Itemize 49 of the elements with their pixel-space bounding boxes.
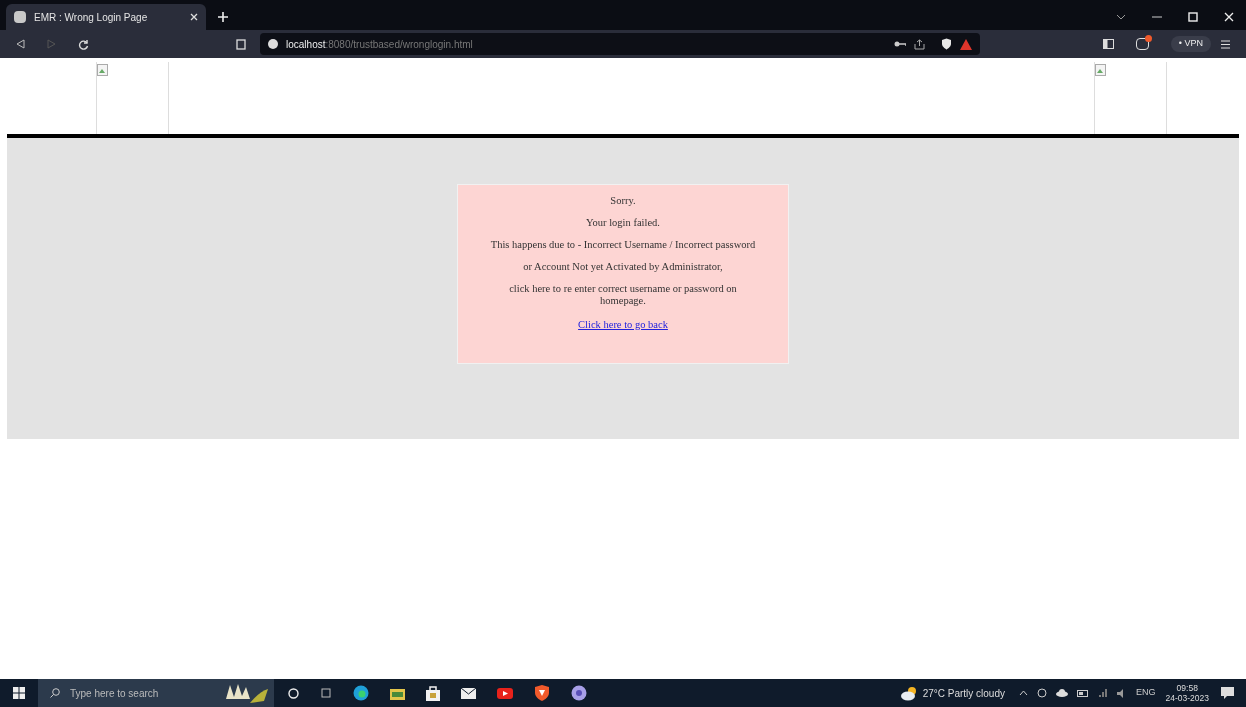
notifications-icon[interactable] <box>1221 687 1234 699</box>
chevron-up-icon[interactable] <box>1019 690 1028 696</box>
close-icon[interactable] <box>190 13 198 21</box>
cortana-icon[interactable] <box>288 687 299 699</box>
shield-icon[interactable] <box>941 38 952 50</box>
sidebar-icon[interactable] <box>1102 39 1114 49</box>
file-explorer-icon[interactable] <box>390 686 405 700</box>
new-tab-icon[interactable] <box>218 12 228 22</box>
browser-tab[interactable]: EMR : Wrong Login Page <box>6 4 206 30</box>
chevron-down-icon[interactable] <box>1116 14 1126 20</box>
store-icon[interactable] <box>426 685 440 701</box>
bookmark-icon[interactable] <box>236 38 246 50</box>
search-icon <box>50 688 60 698</box>
taskbar-search-field[interactable]: Type here to search <box>38 679 274 707</box>
weather-icon <box>900 685 919 701</box>
url-text: localhost:8080/trustbased/wronglogin.html <box>286 37 473 52</box>
page-icon <box>14 11 26 23</box>
tab-title: EMR : Wrong Login Page <box>34 10 149 25</box>
message-text: Your login failed. <box>586 217 660 229</box>
close-icon[interactable] <box>1224 12 1234 22</box>
share-icon[interactable] <box>914 38 925 50</box>
key-icon[interactable] <box>894 40 906 48</box>
windows-start-icon[interactable] <box>13 687 25 699</box>
triangle-icon[interactable] <box>960 38 972 50</box>
battery-icon[interactable] <box>1077 689 1089 697</box>
lion-shield-icon[interactable] <box>534 684 550 702</box>
broken-image-icon <box>97 64 108 76</box>
back-icon[interactable] <box>16 39 25 49</box>
message-text: Sorry. <box>610 195 636 207</box>
info-icon <box>268 39 278 49</box>
task-view-icon[interactable] <box>320 688 332 698</box>
wifi-icon[interactable] <box>1098 688 1108 698</box>
message-text: click here to re enter correct username or password on homepage. <box>508 283 738 307</box>
go-back-link[interactable]: Click here to go back <box>578 319 668 331</box>
extensions-icon[interactable] <box>1135 38 1149 50</box>
menu-icon[interactable] <box>1221 39 1230 49</box>
video-play-icon[interactable] <box>497 687 513 699</box>
broken-image-icon <box>1095 64 1106 76</box>
weather-text[interactable]: 27°C Partly cloudy <box>922 685 1005 701</box>
cloud-icon[interactable] <box>1056 689 1068 697</box>
message-text: This happens due to - Incorrect Username / Incorrect password <box>490 239 756 251</box>
address-bar[interactable]: localhost:8080/trustbased/wronglogin.html <box>260 33 980 55</box>
mail-icon[interactable] <box>461 687 476 699</box>
reload-icon[interactable] <box>78 38 89 50</box>
maximize-icon[interactable] <box>1188 12 1198 22</box>
clock[interactable]: 09:58 24-03-2023 <box>1165 683 1209 703</box>
vpn-button[interactable]: • VPN <box>1170 36 1211 52</box>
message-text: or Account Not yet Activated by Administrator, <box>523 261 723 273</box>
language-indicator[interactable]: ENG <box>1136 686 1156 700</box>
